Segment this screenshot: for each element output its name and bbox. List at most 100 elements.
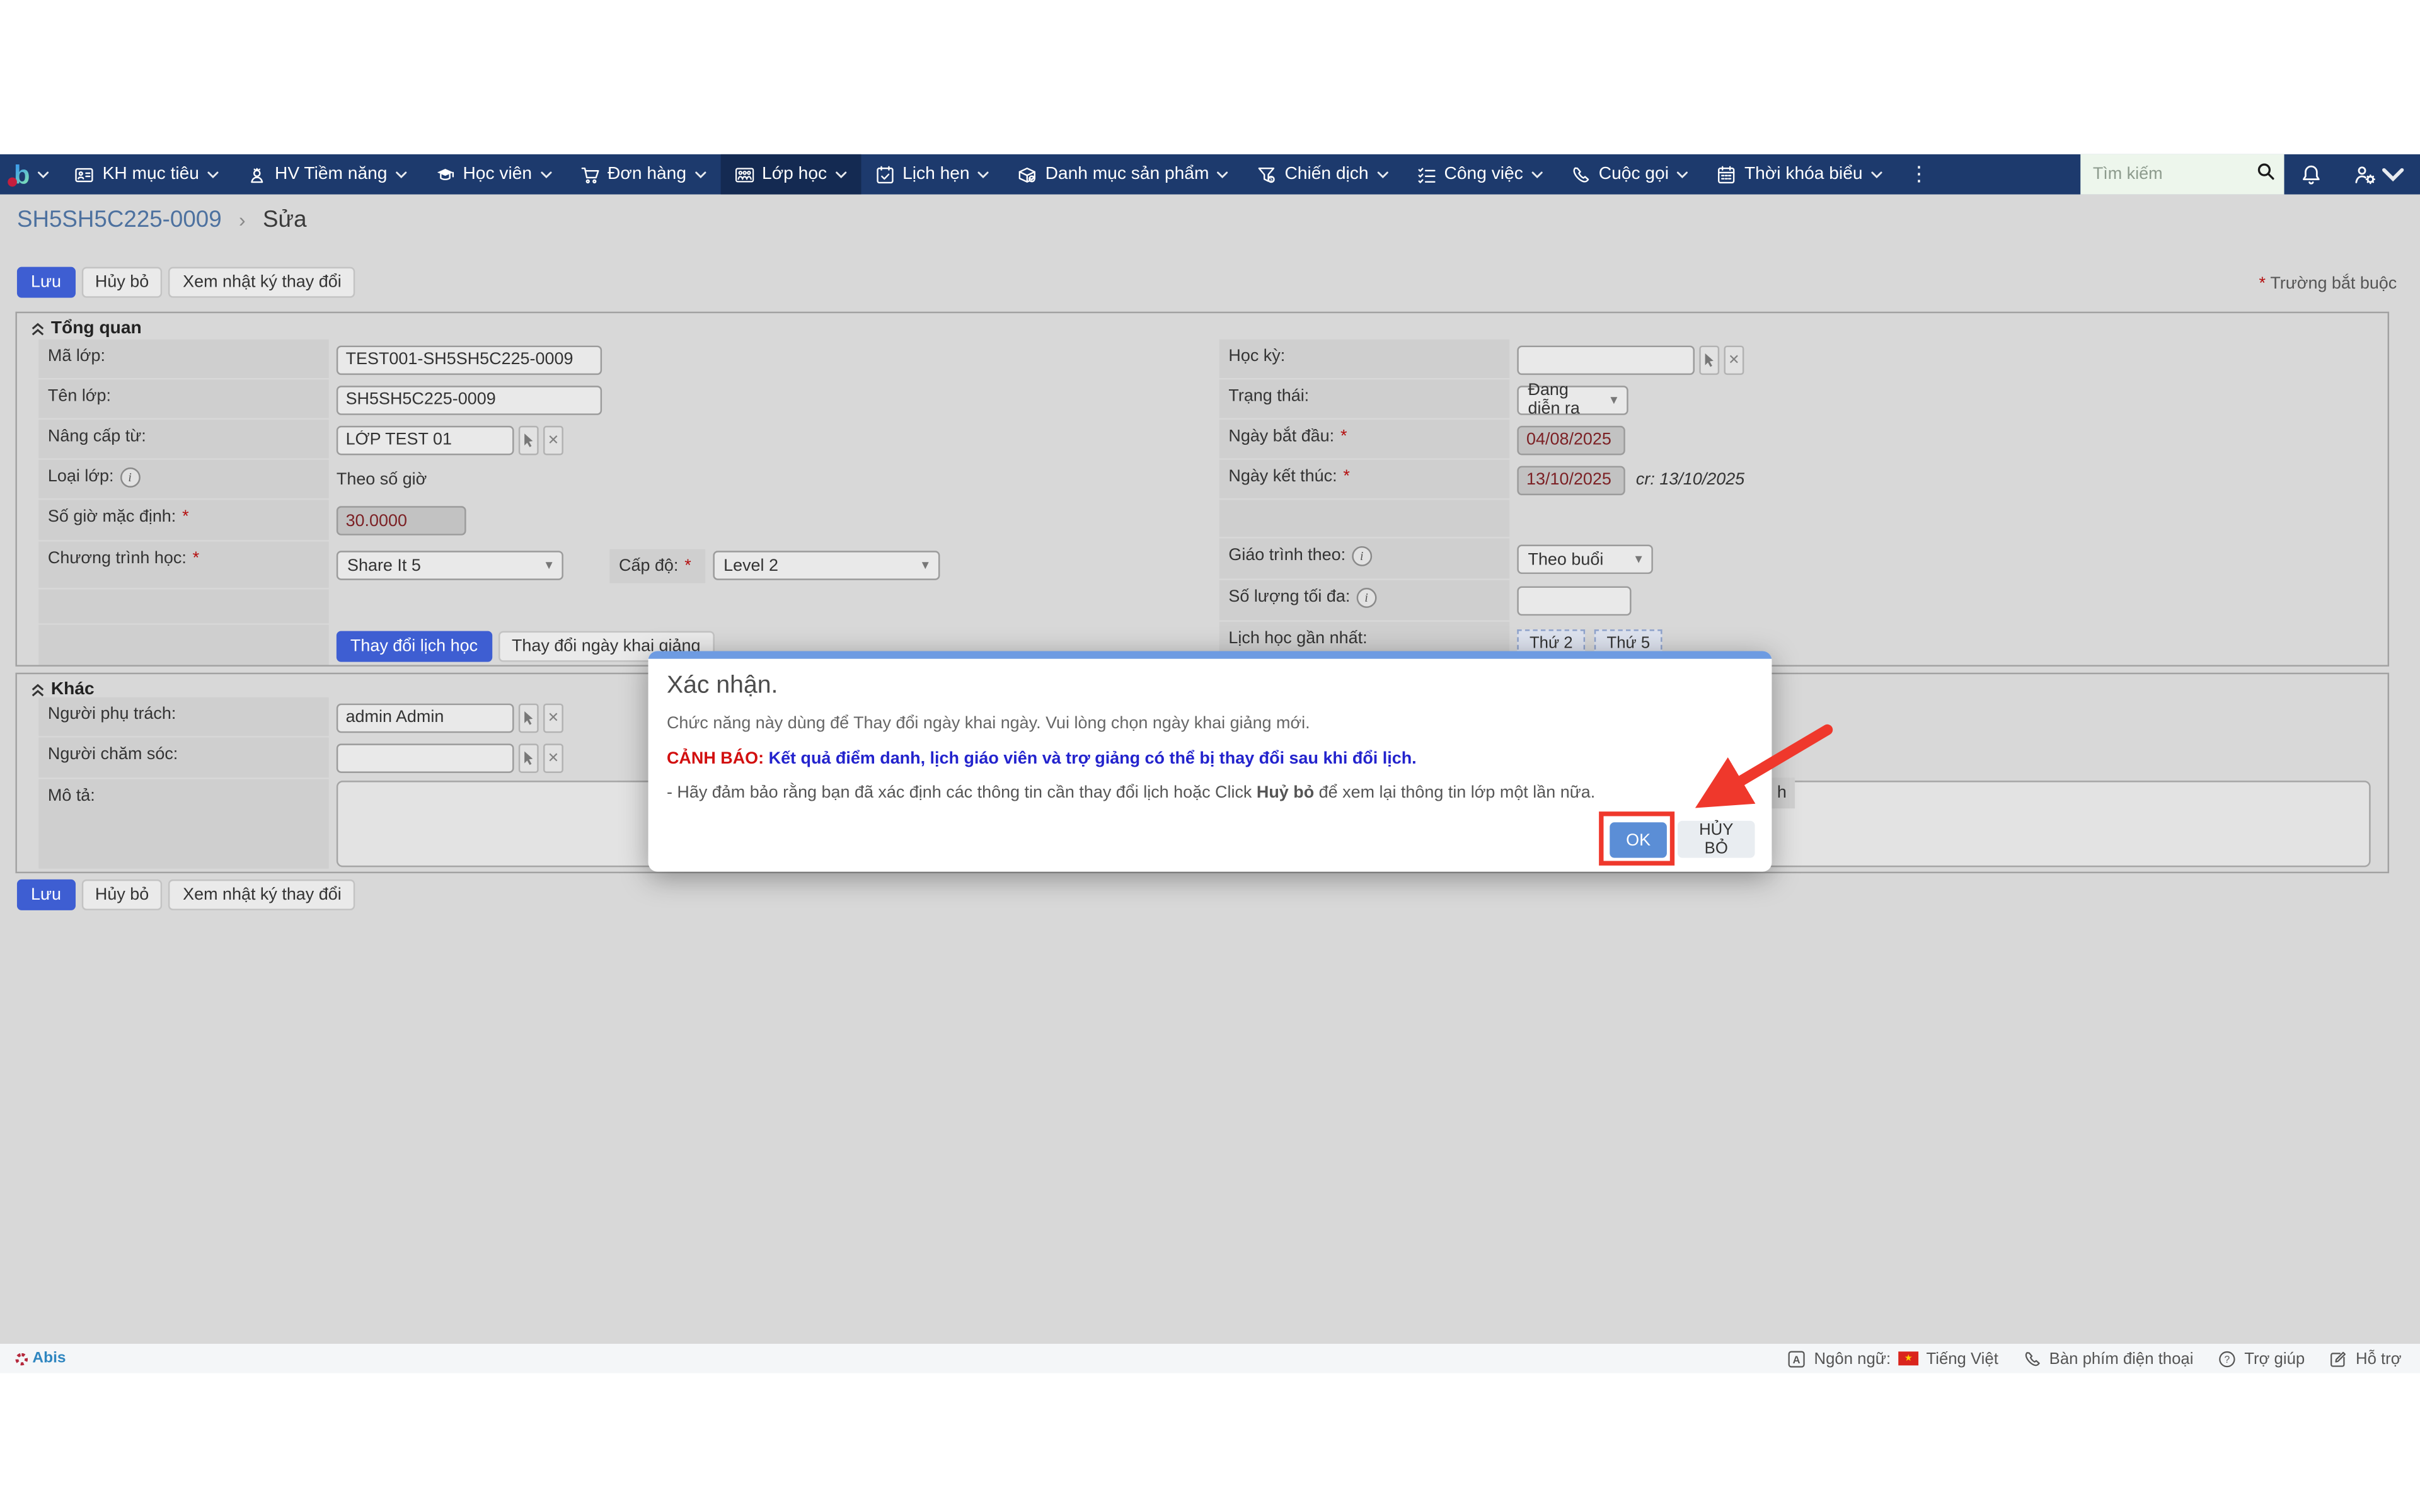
nav-item-cuoc-goi[interactable]: Cuộc gọi (1557, 154, 1703, 195)
hoc-ky-input[interactable] (1517, 345, 1695, 374)
phone-keyboard-link[interactable]: Bàn phím điện thoại (2023, 1349, 2193, 1368)
search-icon[interactable] (2256, 161, 2274, 188)
nav-item-thoi-khoa-bieu[interactable]: Thời khóa biểu (1703, 154, 1897, 195)
phone-icon (1571, 164, 1591, 185)
ok-button[interactable]: OK (1610, 822, 1667, 857)
nav-item-chien-dich[interactable]: $ Chiến dịch (1243, 154, 1402, 195)
so-luong-toi-da-input[interactable] (1517, 587, 1631, 616)
section-other-header[interactable]: Khác (31, 680, 95, 699)
nav-item-hv-tiem-nang[interactable]: HV Tiềm năng (233, 154, 421, 195)
info-icon[interactable]: i (120, 467, 140, 488)
field-label: Nâng cấp từ: (38, 420, 328, 458)
page: b KH mục tiêu HV Tiềm năng Học viên Đơn … (0, 0, 2420, 1512)
language-value: Tiếng Việt (1926, 1349, 1998, 1368)
language-switcher[interactable]: A Ngôn ngữ: ★ Tiếng Việt (1788, 1349, 1998, 1368)
info-icon[interactable]: i (1356, 588, 1376, 608)
nav-item-label: Danh mục sản phẩm (1046, 165, 1209, 183)
chevron-down-icon (2382, 163, 2405, 186)
record-picker-button[interactable] (519, 703, 539, 733)
field-label: Số lượng tối đa:i (1219, 580, 1509, 621)
cart-icon (580, 164, 600, 185)
cancel-button[interactable]: Hủy bỏ (81, 879, 163, 910)
nav-item-hoc-vien[interactable]: Học viên (421, 154, 566, 195)
clear-field-button[interactable]: ✕ (543, 425, 563, 455)
nav-item-kh-muc-tieu[interactable]: KH mục tiêu (60, 154, 233, 195)
chevron-down-icon (834, 171, 847, 178)
info-icon[interactable]: i (1352, 546, 1372, 566)
nav-item-don-hang[interactable]: Đơn hàng (566, 154, 720, 195)
ten-lop-input[interactable] (337, 385, 602, 415)
field-label: Ngày bắt đầu:* (1219, 420, 1509, 458)
clear-field-button[interactable]: ✕ (543, 703, 563, 733)
clear-field-button[interactable]: ✕ (1724, 345, 1744, 374)
person-crown-icon (247, 164, 267, 185)
brand-menu[interactable]: b (0, 154, 60, 195)
field-row-so-luong: Số lượng tối đa:i (1219, 580, 2377, 621)
cancel-button[interactable]: Hủy bỏ (81, 267, 163, 298)
svg-text:$: $ (1270, 176, 1274, 181)
edit-icon (2329, 1349, 2348, 1368)
chevron-down-icon (395, 171, 408, 178)
change-schedule-button[interactable]: Thay đổi lịch học (337, 630, 492, 661)
field-row-ngay-ket-thuc: Ngày kết thúc:* cr: 13/10/2025 (1219, 460, 2377, 498)
nguoi-phu-trach-input[interactable] (337, 703, 514, 733)
cap-do-select[interactable]: Level 2▾ (713, 551, 940, 580)
cap-do-label: Cấp độ:* (609, 549, 705, 583)
cursor-icon (522, 431, 536, 448)
search-input[interactable] (2090, 164, 2250, 185)
trang-thai-select[interactable]: Đang diễn ra▾ (1517, 385, 1628, 415)
notifications-button[interactable] (2284, 154, 2338, 195)
giao-trinh-select[interactable]: Theo buổi▾ (1517, 544, 1653, 574)
footer-logo[interactable]: Abis (0, 1350, 66, 1367)
record-picker-button[interactable] (519, 425, 539, 455)
abis-logo-text: Abis (32, 1350, 66, 1367)
nav-spacer (1941, 154, 2080, 195)
user-settings-button[interactable] (2338, 154, 2420, 195)
support-link[interactable]: Hỗ trợ (2329, 1349, 2401, 1368)
nav-item-cong-viec[interactable]: Công việc (1402, 154, 1557, 195)
record-picker-button[interactable] (1699, 345, 1719, 374)
save-button[interactable]: Lưu (17, 879, 75, 910)
cursor-icon (522, 709, 536, 726)
dialog-cancel-button[interactable]: HỦY BỎ (1678, 821, 1754, 858)
view-changelog-button[interactable]: Xem nhật ký thay đổi (169, 267, 355, 298)
nav-item-label: Thời khóa biểu (1744, 165, 1863, 183)
nav-item-label: Chiến dịch (1284, 165, 1368, 183)
cursor-icon (1702, 351, 1716, 368)
field-label-empty (1219, 500, 1509, 537)
funnel-dollar-icon: $ (1257, 164, 1277, 185)
dialog-title: Xác nhận. (667, 673, 1772, 701)
instruction-bold: Huỷ bỏ (1257, 784, 1314, 802)
empty-row (1219, 500, 2377, 537)
field-row-nang-cap-tu: Nâng cấp từ: ✕ (38, 420, 1196, 458)
clear-field-button[interactable]: ✕ (543, 743, 563, 773)
record-picker-button[interactable] (519, 743, 539, 773)
field-row-trang-thai: Trạng thái: Đang diễn ra▾ (1219, 379, 2377, 418)
required-star: * (2259, 275, 2266, 293)
overview-right-column: Học kỳ: ✕ Trạng thái: Đang diễn ra▾ Ngày… (1219, 340, 2377, 663)
view-changelog-button[interactable]: Xem nhật ký thay đổi (169, 879, 355, 910)
nguoi-cham-soc-input[interactable] (337, 743, 514, 773)
field-row-ten-lop: Tên lớp: (38, 379, 1196, 418)
vietnam-flag-icon: ★ (1898, 1351, 1918, 1365)
ma-lop-input[interactable] (337, 345, 602, 374)
calendar-check-icon (875, 164, 895, 185)
breadcrumb: SH5SH5C225-0009 › Sửa (17, 207, 307, 233)
chuong-trinh-select[interactable]: Share It 5▾ (337, 551, 563, 580)
ngay-ket-thuc-input (1517, 465, 1625, 495)
global-search[interactable] (2080, 154, 2284, 195)
breadcrumb-record-link[interactable]: SH5SH5C225-0009 (17, 207, 222, 233)
field-label: Mã lớp: (38, 340, 328, 378)
nav-item-lop-hoc[interactable]: Lớp học (720, 154, 861, 195)
more-menu-icon[interactable]: ⋮ (1896, 154, 1941, 195)
help-link[interactable]: ? Trợ giúp (2218, 1349, 2305, 1368)
field-label: Mô tả: (38, 779, 328, 869)
breadcrumb-separator: › (239, 209, 246, 232)
chevron-down-icon (694, 171, 706, 178)
nav-item-lich-hen[interactable]: Lịch hẹn (861, 154, 1003, 195)
save-button[interactable]: Lưu (17, 267, 75, 298)
nang-cap-tu-input[interactable] (337, 425, 514, 455)
section-overview-header[interactable]: Tổng quan (31, 319, 142, 338)
caret-down-icon: ▾ (1610, 391, 1617, 408)
nav-item-danh-muc-san-pham[interactable]: Danh mục sản phẩm (1003, 154, 1243, 195)
